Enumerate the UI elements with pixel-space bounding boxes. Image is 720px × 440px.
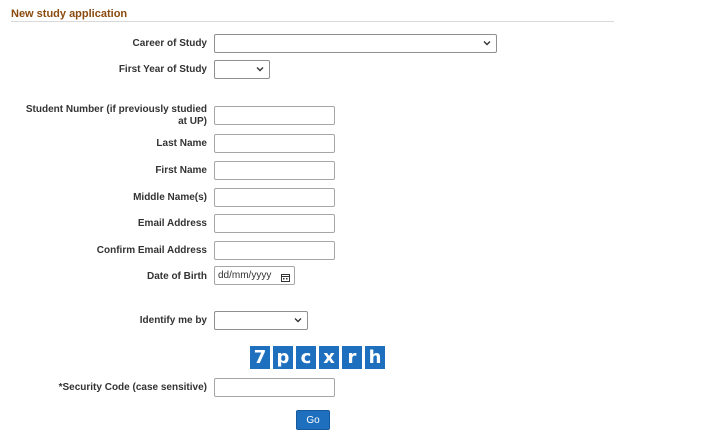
last-name-label: Last Name xyxy=(156,138,207,149)
security-code-input[interactable] xyxy=(214,378,335,397)
captcha-char: p xyxy=(273,346,293,369)
email-input[interactable] xyxy=(214,214,335,233)
section-title: New study application xyxy=(11,8,128,20)
identify-me-by-label: Identify me by xyxy=(139,315,207,326)
email-label: Email Address xyxy=(137,218,207,229)
confirm-email-input[interactable] xyxy=(214,241,335,260)
middle-names-label: Middle Name(s) xyxy=(133,192,207,203)
first-name-label: First Name xyxy=(155,165,207,176)
captcha-char: x xyxy=(319,346,339,369)
last-name-input[interactable] xyxy=(214,134,335,153)
first-name-input[interactable] xyxy=(214,161,335,180)
student-number-label: Student Number (if previously studied at… xyxy=(25,104,207,127)
confirm-email-label: Confirm Email Address xyxy=(96,245,207,256)
first-year-of-study-select[interactable] xyxy=(214,60,270,79)
identify-me-by-select[interactable] xyxy=(214,311,308,330)
captcha-image: 7 p c x r h xyxy=(250,346,385,369)
chevron-down-icon xyxy=(255,64,265,74)
section-divider xyxy=(11,21,614,22)
date-placeholder: dd/mm/yyyy xyxy=(218,270,272,281)
chevron-down-icon xyxy=(482,38,492,48)
chevron-down-icon xyxy=(293,315,303,325)
captcha-char: 7 xyxy=(250,346,270,369)
career-of-study-select[interactable] xyxy=(214,34,497,53)
calendar-icon[interactable] xyxy=(281,271,290,282)
first-year-of-study-label: First Year of Study xyxy=(118,64,207,75)
career-of-study-label: Career of Study xyxy=(132,38,207,49)
captcha-char: c xyxy=(296,346,316,369)
student-number-input[interactable] xyxy=(214,106,335,125)
middle-names-input[interactable] xyxy=(214,188,335,207)
date-of-birth-input[interactable]: dd/mm/yyyy xyxy=(214,266,295,285)
captcha-char: h xyxy=(365,346,385,369)
date-of-birth-label: Date of Birth xyxy=(147,271,207,282)
captcha-char: r xyxy=(342,346,362,369)
security-code-label: *Security Code (case sensitive) xyxy=(58,382,207,393)
go-button[interactable]: Go xyxy=(296,410,330,430)
